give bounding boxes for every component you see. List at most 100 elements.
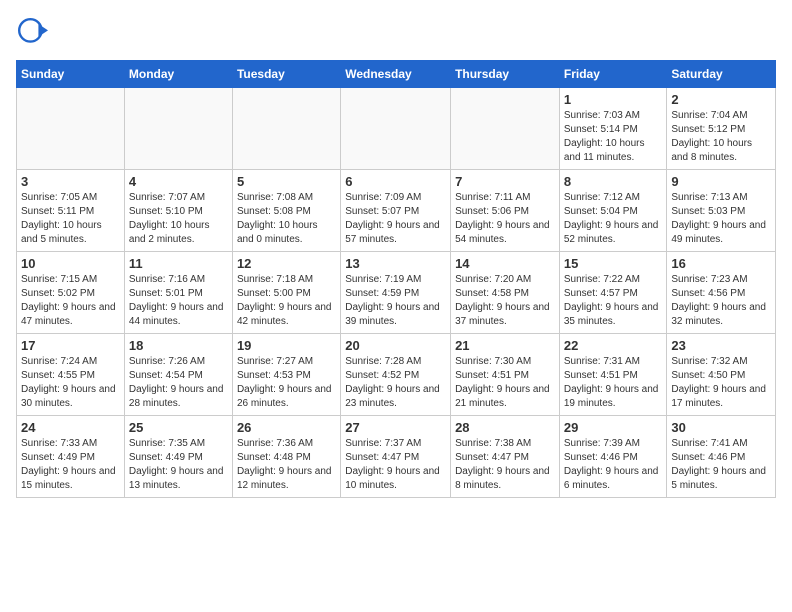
logo-icon [16, 16, 48, 48]
day-number: 5 [237, 174, 336, 189]
day-number: 21 [455, 338, 555, 353]
calendar-cell: 27 Sunrise: 7:37 AM Sunset: 4:47 PM Dayli… [341, 416, 451, 498]
day-info: Sunrise: 7:31 AM Sunset: 4:51 PM Dayligh… [564, 355, 663, 411]
day-info: Sunrise: 7:37 AM Sunset: 4:47 PM Dayligh… [345, 437, 446, 493]
calendar-cell: 25 Sunrise: 7:35 AM Sunset: 4:49 PM Dayli… [124, 416, 232, 498]
calendar-cell: 5 Sunrise: 7:08 AM Sunset: 5:08 PM Daylig… [232, 170, 340, 252]
calendar-cell: 17Sunrise: 7:24 AM Sunset: 4:55 PM Dayli… [17, 334, 125, 416]
day-info: Sunrise: 7:12 AM Sunset: 5:04 PM Dayligh… [564, 191, 663, 247]
week-row-5: 24 Sunrise: 7:33 AM Sunset: 4:49 PM Dayli… [17, 416, 776, 498]
calendar-cell: 15Sunrise: 7:22 AM Sunset: 4:57 PM Dayli… [559, 252, 667, 334]
day-info: Sunrise: 7:35 AM Sunset: 4:49 PM Dayligh… [129, 437, 228, 493]
day-info: Sunrise: 7:16 AM Sunset: 5:01 PM Dayligh… [129, 273, 228, 329]
calendar-cell: 7Sunrise: 7:11 AM Sunset: 5:06 PM Daylig… [451, 170, 560, 252]
calendar-cell: 12Sunrise: 7:18 AM Sunset: 5:00 PM Dayli… [232, 252, 340, 334]
page-header [16, 16, 776, 48]
week-row-3: 10 Sunrise: 7:15 AM Sunset: 5:02 PM Dayli… [17, 252, 776, 334]
calendar-cell: 10 Sunrise: 7:15 AM Sunset: 5:02 PM Dayli… [17, 252, 125, 334]
day-info: Sunrise: 7:27 AM Sunset: 4:53 PM Dayligh… [237, 355, 336, 411]
calendar-cell: 9 Sunrise: 7:13 AM Sunset: 5:03 PM Daylig… [667, 170, 776, 252]
day-number: 20 [345, 338, 446, 353]
day-header-monday: Monday [124, 61, 232, 88]
day-header-wednesday: Wednesday [341, 61, 451, 88]
day-number: 29 [564, 420, 663, 435]
day-number: 10 [21, 256, 120, 271]
day-info: Sunrise: 7:07 AM Sunset: 5:10 PM Dayligh… [129, 191, 228, 247]
day-info: Sunrise: 7:30 AM Sunset: 4:51 PM Dayligh… [455, 355, 555, 411]
calendar-cell: 3 Sunrise: 7:05 AM Sunset: 5:11 PM Daylig… [17, 170, 125, 252]
day-header-thursday: Thursday [451, 61, 560, 88]
calendar-cell: 29 Sunrise: 7:39 AM Sunset: 4:46 PM Dayli… [559, 416, 667, 498]
day-number: 24 [21, 420, 120, 435]
logo [16, 16, 52, 48]
calendar-cell: 30 Sunrise: 7:41 AM Sunset: 4:46 PM Dayli… [667, 416, 776, 498]
day-info: Sunrise: 7:41 AM Sunset: 4:46 PM Dayligh… [671, 437, 771, 493]
day-number: 22 [564, 338, 663, 353]
day-info: Sunrise: 7:18 AM Sunset: 5:00 PM Dayligh… [237, 273, 336, 329]
calendar-cell: 13 Sunrise: 7:19 AM Sunset: 4:59 PM Dayli… [341, 252, 451, 334]
calendar-cell: 18 Sunrise: 7:26 AM Sunset: 4:54 PM Dayli… [124, 334, 232, 416]
day-info: Sunrise: 7:20 AM Sunset: 4:58 PM Dayligh… [455, 273, 555, 329]
calendar-cell: 24 Sunrise: 7:33 AM Sunset: 4:49 PM Dayli… [17, 416, 125, 498]
calendar-cell: 16 Sunrise: 7:23 AM Sunset: 4:56 PM Dayli… [667, 252, 776, 334]
day-info: Sunrise: 7:05 AM Sunset: 5:11 PM Dayligh… [21, 191, 120, 247]
calendar-cell [451, 88, 560, 170]
day-number: 2 [671, 92, 771, 107]
calendar-cell [341, 88, 451, 170]
calendar-cell: 21 Sunrise: 7:30 AM Sunset: 4:51 PM Dayli… [451, 334, 560, 416]
calendar-cell: 19 Sunrise: 7:27 AM Sunset: 4:53 PM Dayli… [232, 334, 340, 416]
day-info: Sunrise: 7:26 AM Sunset: 4:54 PM Dayligh… [129, 355, 228, 411]
day-number: 13 [345, 256, 446, 271]
day-number: 4 [129, 174, 228, 189]
day-number: 19 [237, 338, 336, 353]
day-number: 30 [671, 420, 771, 435]
day-info: Sunrise: 7:23 AM Sunset: 4:56 PM Dayligh… [671, 273, 771, 329]
day-header-saturday: Saturday [667, 61, 776, 88]
calendar-cell: 8 Sunrise: 7:12 AM Sunset: 5:04 PM Daylig… [559, 170, 667, 252]
day-number: 16 [671, 256, 771, 271]
day-info: Sunrise: 7:39 AM Sunset: 4:46 PM Dayligh… [564, 437, 663, 493]
day-info: Sunrise: 7:33 AM Sunset: 4:49 PM Dayligh… [21, 437, 120, 493]
calendar-cell: 26 Sunrise: 7:36 AM Sunset: 4:48 PM Dayli… [232, 416, 340, 498]
day-number: 9 [671, 174, 771, 189]
day-info: Sunrise: 7:32 AM Sunset: 4:50 PM Dayligh… [671, 355, 771, 411]
day-number: 25 [129, 420, 228, 435]
calendar-cell [17, 88, 125, 170]
day-number: 18 [129, 338, 228, 353]
day-number: 11 [129, 256, 228, 271]
day-info: Sunrise: 7:38 AM Sunset: 4:47 PM Dayligh… [455, 437, 555, 493]
day-header-sunday: Sunday [17, 61, 125, 88]
day-number: 14 [455, 256, 555, 271]
day-number: 1 [564, 92, 663, 107]
calendar-cell: 22 Sunrise: 7:31 AM Sunset: 4:51 PM Dayli… [559, 334, 667, 416]
day-info: Sunrise: 7:13 AM Sunset: 5:03 PM Dayligh… [671, 191, 771, 247]
calendar: SundayMondayTuesdayWednesdayThursdayFrid… [16, 60, 776, 498]
week-row-1: 1Sunrise: 7:03 AM Sunset: 5:14 PM Daylig… [17, 88, 776, 170]
day-number: 6 [345, 174, 446, 189]
day-number: 23 [671, 338, 771, 353]
week-row-4: 17Sunrise: 7:24 AM Sunset: 4:55 PM Dayli… [17, 334, 776, 416]
day-number: 17 [21, 338, 120, 353]
day-info: Sunrise: 7:19 AM Sunset: 4:59 PM Dayligh… [345, 273, 446, 329]
calendar-cell: 1Sunrise: 7:03 AM Sunset: 5:14 PM Daylig… [559, 88, 667, 170]
calendar-cell: 23 Sunrise: 7:32 AM Sunset: 4:50 PM Dayli… [667, 334, 776, 416]
day-info: Sunrise: 7:08 AM Sunset: 5:08 PM Dayligh… [237, 191, 336, 247]
day-number: 28 [455, 420, 555, 435]
day-number: 3 [21, 174, 120, 189]
day-header-friday: Friday [559, 61, 667, 88]
day-number: 27 [345, 420, 446, 435]
day-info: Sunrise: 7:09 AM Sunset: 5:07 PM Dayligh… [345, 191, 446, 247]
day-number: 26 [237, 420, 336, 435]
day-header-tuesday: Tuesday [232, 61, 340, 88]
calendar-cell: 2Sunrise: 7:04 AM Sunset: 5:12 PM Daylig… [667, 88, 776, 170]
day-info: Sunrise: 7:28 AM Sunset: 4:52 PM Dayligh… [345, 355, 446, 411]
calendar-cell: 28 Sunrise: 7:38 AM Sunset: 4:47 PM Dayli… [451, 416, 560, 498]
calendar-cell: 11 Sunrise: 7:16 AM Sunset: 5:01 PM Dayli… [124, 252, 232, 334]
calendar-cell: 4 Sunrise: 7:07 AM Sunset: 5:10 PM Daylig… [124, 170, 232, 252]
day-info: Sunrise: 7:22 AM Sunset: 4:57 PM Dayligh… [564, 273, 663, 329]
calendar-cell: 14 Sunrise: 7:20 AM Sunset: 4:58 PM Dayli… [451, 252, 560, 334]
calendar-cell [232, 88, 340, 170]
day-number: 8 [564, 174, 663, 189]
day-info: Sunrise: 7:36 AM Sunset: 4:48 PM Dayligh… [237, 437, 336, 493]
day-info: Sunrise: 7:15 AM Sunset: 5:02 PM Dayligh… [21, 273, 120, 329]
